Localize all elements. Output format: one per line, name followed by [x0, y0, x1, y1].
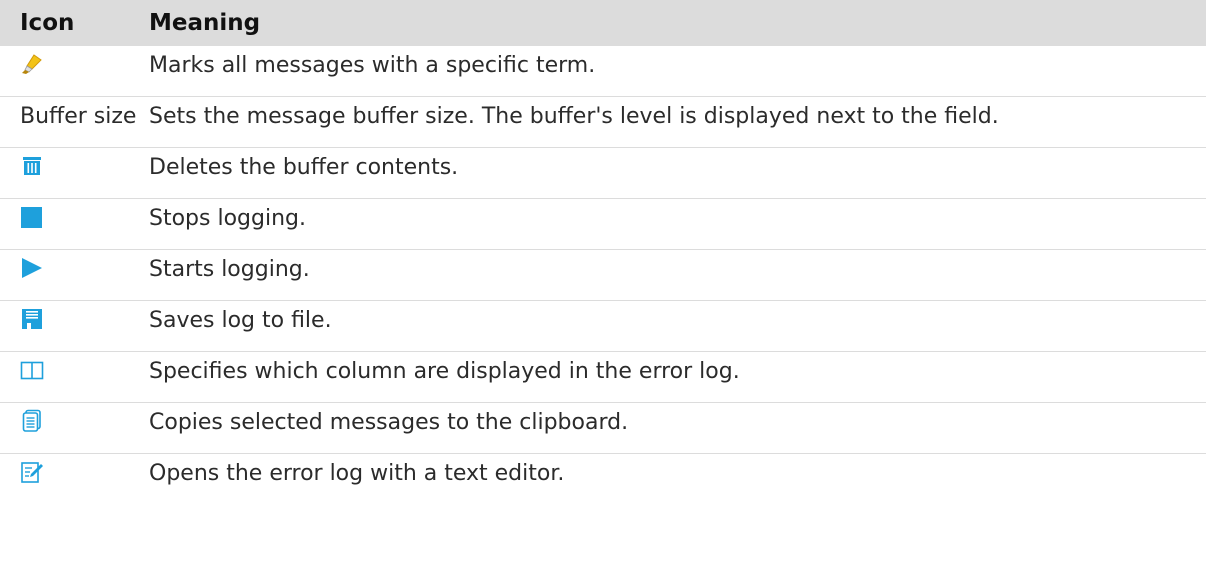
table-row: Specifies which column are displayed in … [0, 351, 1206, 403]
meaning-cell: Saves log to file. [149, 300, 1206, 352]
highlighter-icon [20, 52, 44, 76]
trash-icon [20, 154, 44, 178]
table-row: Deletes the buffer contents. [0, 147, 1206, 199]
table-row: Saves log to file. [0, 300, 1206, 352]
meaning-cell: Copies selected messages to the clipboar… [149, 402, 1206, 454]
buffer-size-label: Buffer size [20, 104, 137, 129]
meaning-cell: Sets the message buffer size. The buffer… [149, 96, 1206, 148]
table-row: Starts logging. [0, 249, 1206, 301]
play-icon [20, 256, 44, 280]
table-row: Opens the error log with a text editor. [0, 454, 1206, 505]
table-row: Copies selected messages to the clipboar… [0, 402, 1206, 454]
columns-icon [20, 358, 44, 382]
table-row: Marks all messages with a specific term. [0, 46, 1206, 97]
table-row: Buffer size Sets the message buffer size… [0, 96, 1206, 148]
meaning-cell: Marks all messages with a specific term. [149, 46, 1206, 97]
table-header-row: Icon Meaning [0, 0, 1206, 46]
save-icon [20, 307, 44, 331]
edit-icon [20, 460, 44, 484]
meaning-cell: Specifies which column are displayed in … [149, 351, 1206, 403]
icon-meaning-table: Icon Meaning Marks all messages with a s… [0, 0, 1206, 504]
meaning-column-header: Meaning [149, 0, 1206, 46]
copy-icon [20, 409, 44, 433]
meaning-cell: Starts logging. [149, 249, 1206, 301]
meaning-cell: Opens the error log with a text editor. [149, 461, 565, 486]
stop-icon [20, 205, 44, 229]
meaning-cell: Deletes the buffer contents. [149, 147, 1206, 199]
table-row: Stops logging. [0, 198, 1206, 250]
meaning-cell: Stops logging. [149, 198, 1206, 250]
icon-column-header: Icon [0, 0, 149, 46]
